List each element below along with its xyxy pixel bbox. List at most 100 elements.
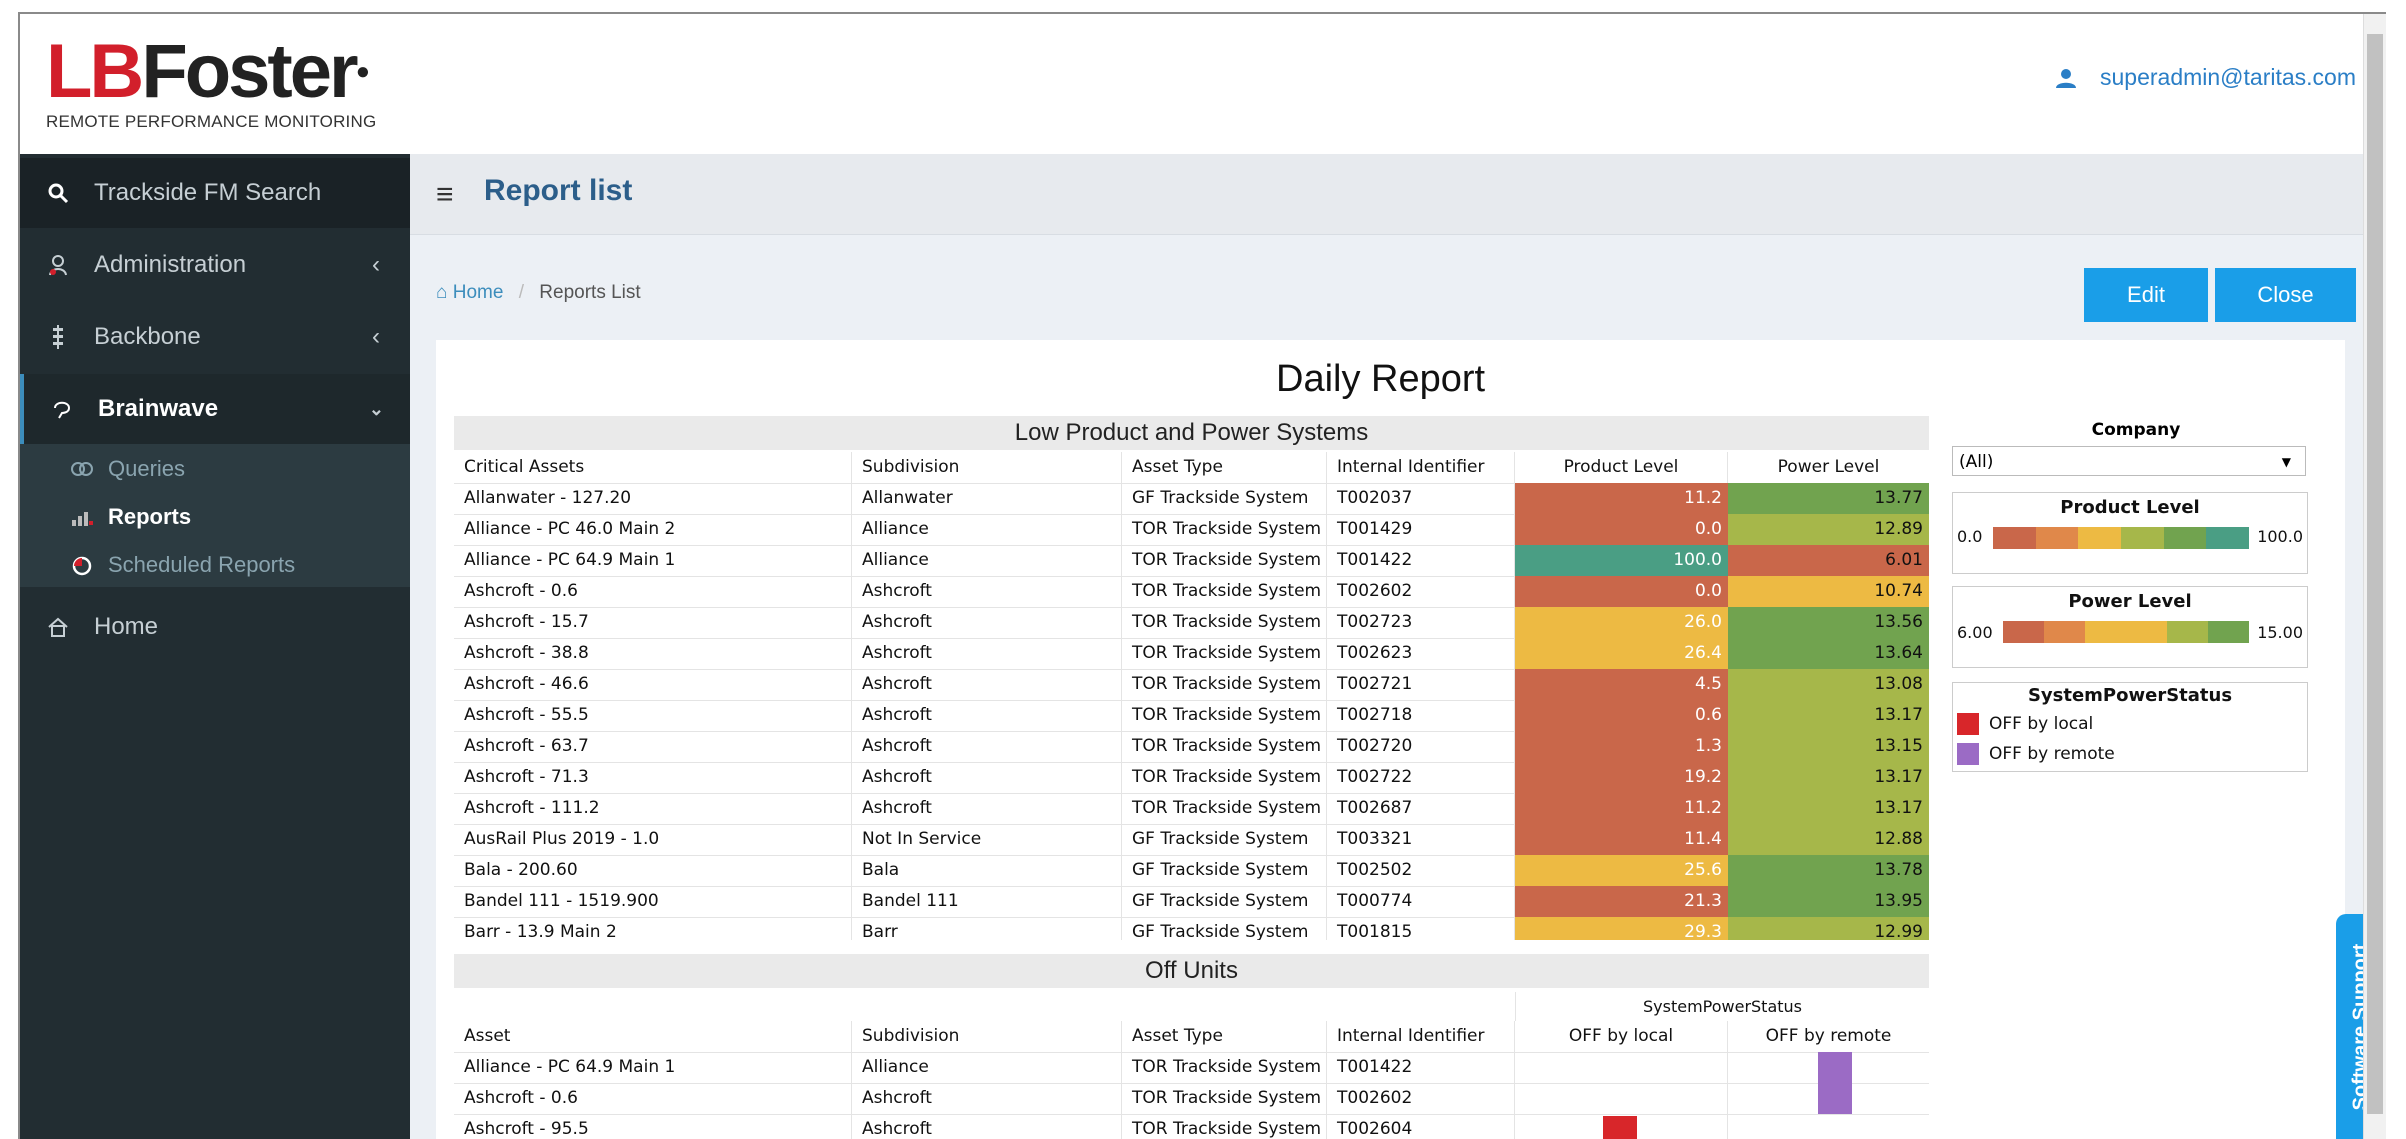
table-row[interactable]: Barr - 13.9 Main 2 Barr GF Trackside Syste…: [454, 917, 1929, 940]
user-admin-icon: [46, 253, 70, 277]
report-panel: Daily Report Low Product and Power Syste…: [436, 340, 2345, 1139]
sidebar-item-brainwave[interactable]: Brainwave ⌄: [20, 374, 414, 444]
table-row[interactable]: Ashcroft - 55.5 Ashcroft TOR Trackside Sys…: [454, 700, 1929, 732]
off-by-local-cell: [1515, 1083, 1728, 1114]
scrollbar-thumb[interactable]: [2367, 34, 2383, 1114]
lbfoster-logo[interactable]: LBFoster● REMOTE PERFORMANCE MONITORING: [46, 34, 376, 132]
column-header[interactable]: Asset Type: [1122, 452, 1327, 483]
sidebar-subitem-scheduled-reports[interactable]: Scheduled Reports: [20, 542, 410, 588]
column-header[interactable]: Asset Type: [1122, 1021, 1327, 1052]
product-level-cell: 11.4: [1515, 824, 1728, 855]
home-icon: ⌂: [436, 282, 448, 303]
off-section-title: Off Units: [454, 954, 1929, 988]
column-header[interactable]: Internal Identifier: [1327, 1021, 1515, 1052]
table-row[interactable]: Ashcroft - 95.5 Ashcroft TOR Trackside Sys…: [454, 1114, 1929, 1139]
scheduled-icon: [70, 553, 94, 577]
sidebar-subitem-label: Queries: [108, 456, 186, 481]
table-row[interactable]: Alliance - PC 64.9 Main 1 Alliance TOR Tra…: [454, 545, 1929, 577]
column-header[interactable]: Asset: [454, 1021, 852, 1052]
column-header[interactable]: Subdivision: [852, 452, 1122, 483]
sidebar-subitem-queries[interactable]: Queries: [20, 446, 410, 492]
product-level-cell: 11.2: [1515, 793, 1728, 824]
column-header[interactable]: Critical Assets: [454, 452, 852, 483]
table-row[interactable]: Ashcroft - 38.8 Ashcroft TOR Trackside Sys…: [454, 638, 1929, 670]
dropdown-arrow-icon: ▼: [2281, 455, 2291, 469]
table-cell: Ashcroft - 0.6: [454, 576, 852, 607]
edit-button[interactable]: Edit: [2084, 268, 2208, 322]
power-level-cell: 13.17: [1728, 793, 1929, 824]
product-level-cell: 19.2: [1515, 762, 1728, 793]
chevron-left-icon: ‹: [372, 323, 380, 350]
table-cell: TOR Trackside System: [1122, 1052, 1327, 1083]
table-cell: T003321: [1327, 824, 1515, 855]
sidebar-item-administration[interactable]: Administration ‹: [20, 230, 410, 300]
hamburger-menu-icon[interactable]: ≡: [436, 178, 454, 212]
company-select[interactable]: (All) ▼: [1952, 446, 2306, 476]
close-button[interactable]: Close: [2215, 268, 2356, 322]
power-level-gradient[interactable]: [2003, 621, 2249, 643]
table-row[interactable]: Ashcroft - 71.3 Ashcroft TOR Trackside Sys…: [454, 762, 1929, 794]
column-header[interactable]: Product Level: [1515, 452, 1728, 483]
sidebar-item-backbone[interactable]: Backbone ‹: [20, 302, 410, 372]
table-cell: Alliance - PC 64.9 Main 1: [454, 545, 852, 576]
table-row[interactable]: Ashcroft - 0.6 Ashcroft TOR Trackside Syst…: [454, 576, 1929, 608]
table-cell: T002623: [1327, 638, 1515, 669]
table-cell: Ashcroft: [852, 669, 1122, 700]
table-row[interactable]: Ashcroft - 111.2 Ashcroft TOR Trackside Sy…: [454, 793, 1929, 825]
power-level-legend: Power Level 6.00 15.00: [1952, 586, 2308, 668]
table-cell: Alliance - PC 64.9 Main 1: [454, 1052, 852, 1083]
breadcrumb-home[interactable]: ⌂ Home: [436, 282, 503, 303]
table-cell: Ashcroft - 71.3: [454, 762, 852, 793]
table-row[interactable]: AusRail Plus 2019 - 1.0 Not In Service GF …: [454, 824, 1929, 856]
power-level-cell: 13.56: [1728, 607, 1929, 638]
page-scrollbar[interactable]: [2363, 14, 2386, 1139]
company-select-value: (All): [1959, 452, 1994, 472]
power-level-cell: 12.89: [1728, 514, 1929, 545]
table-row[interactable]: Allanwater - 127.20 Allanwater GF Tracksid…: [454, 483, 1929, 515]
power-level-cell: 13.95: [1728, 886, 1929, 917]
table-row[interactable]: Ashcroft - 46.6 Ashcroft TOR Trackside Sys…: [454, 669, 1929, 701]
column-header[interactable]: Internal Identifier: [1327, 452, 1515, 483]
top-header: LBFoster● REMOTE PERFORMANCE MONITORING …: [20, 14, 2386, 155]
low-product-table[interactable]: Critical Assets Subdivision Asset Type I…: [454, 452, 1929, 940]
column-header[interactable]: OFF by local: [1515, 1021, 1728, 1052]
column-header[interactable]: Power Level: [1728, 452, 1929, 483]
table-row[interactable]: Bandel 111 - 1519.900 Bandel 111 GF Tracks…: [454, 886, 1929, 918]
power-level-cell: 13.78: [1728, 855, 1929, 886]
system-power-status-title: SystemPowerStatus: [2027, 685, 2233, 706]
home-icon: [46, 615, 70, 639]
table-cell: T002722: [1327, 762, 1515, 793]
product-level-cell: 1.3: [1515, 731, 1728, 762]
legend-swatch-purple: [1957, 743, 1979, 765]
table-cell: T002718: [1327, 700, 1515, 731]
sidebar-item-home[interactable]: Home: [20, 592, 410, 662]
table-cell: Bandel 111 - 1519.900: [454, 886, 852, 917]
table-row[interactable]: Bala - 200.60 Bala GF Trackside System T002…: [454, 855, 1929, 887]
power-level-cell: 13.17: [1728, 700, 1929, 731]
product-level-cell: 26.0: [1515, 607, 1728, 638]
product-level-cell: 0.6: [1515, 700, 1728, 731]
user-menu[interactable]: superadmin@taritas.com: [2054, 64, 2356, 91]
column-header[interactable]: OFF by remote: [1728, 1021, 1929, 1052]
table-cell: GF Trackside System: [1122, 483, 1327, 514]
legend-item-off-by-remote[interactable]: OFF by remote: [1957, 743, 2115, 765]
table-cell: Ashcroft: [852, 793, 1122, 824]
off-units-table[interactable]: SystemPowerStatus Asset Subdivision Asse…: [454, 992, 1929, 1139]
column-header[interactable]: Subdivision: [852, 1021, 1122, 1052]
product-level-cell: 0.0: [1515, 576, 1728, 607]
table-cell: T001422: [1327, 545, 1515, 576]
product-level-cell: 29.3: [1515, 917, 1728, 940]
legend-item-off-by-local[interactable]: OFF by local: [1957, 713, 2093, 735]
report-title: Daily Report: [1276, 358, 1486, 400]
sidebar-subitem-reports[interactable]: Reports: [20, 494, 410, 540]
table-row[interactable]: Ashcroft - 63.7 Ashcroft TOR Trackside Sys…: [454, 731, 1929, 763]
table-row[interactable]: Alliance - PC 64.9 Main 1 Alliance TOR Tra…: [454, 1052, 1929, 1084]
product-level-gradient[interactable]: [1993, 527, 2250, 549]
content-header: ≡ Report list: [410, 154, 2386, 235]
table-row[interactable]: Alliance - PC 46.0 Main 2 Alliance TOR Tra…: [454, 514, 1929, 546]
table-row[interactable]: Ashcroft - 0.6 Ashcroft TOR Trackside Syst…: [454, 1083, 1929, 1115]
table-cell: Ashcroft - 111.2: [454, 793, 852, 824]
table-row[interactable]: Ashcroft - 15.7 Ashcroft TOR Trackside Sys…: [454, 607, 1929, 639]
product-level-cell: 21.3: [1515, 886, 1728, 917]
sidebar-search[interactable]: Trackside FM Search: [20, 158, 410, 228]
